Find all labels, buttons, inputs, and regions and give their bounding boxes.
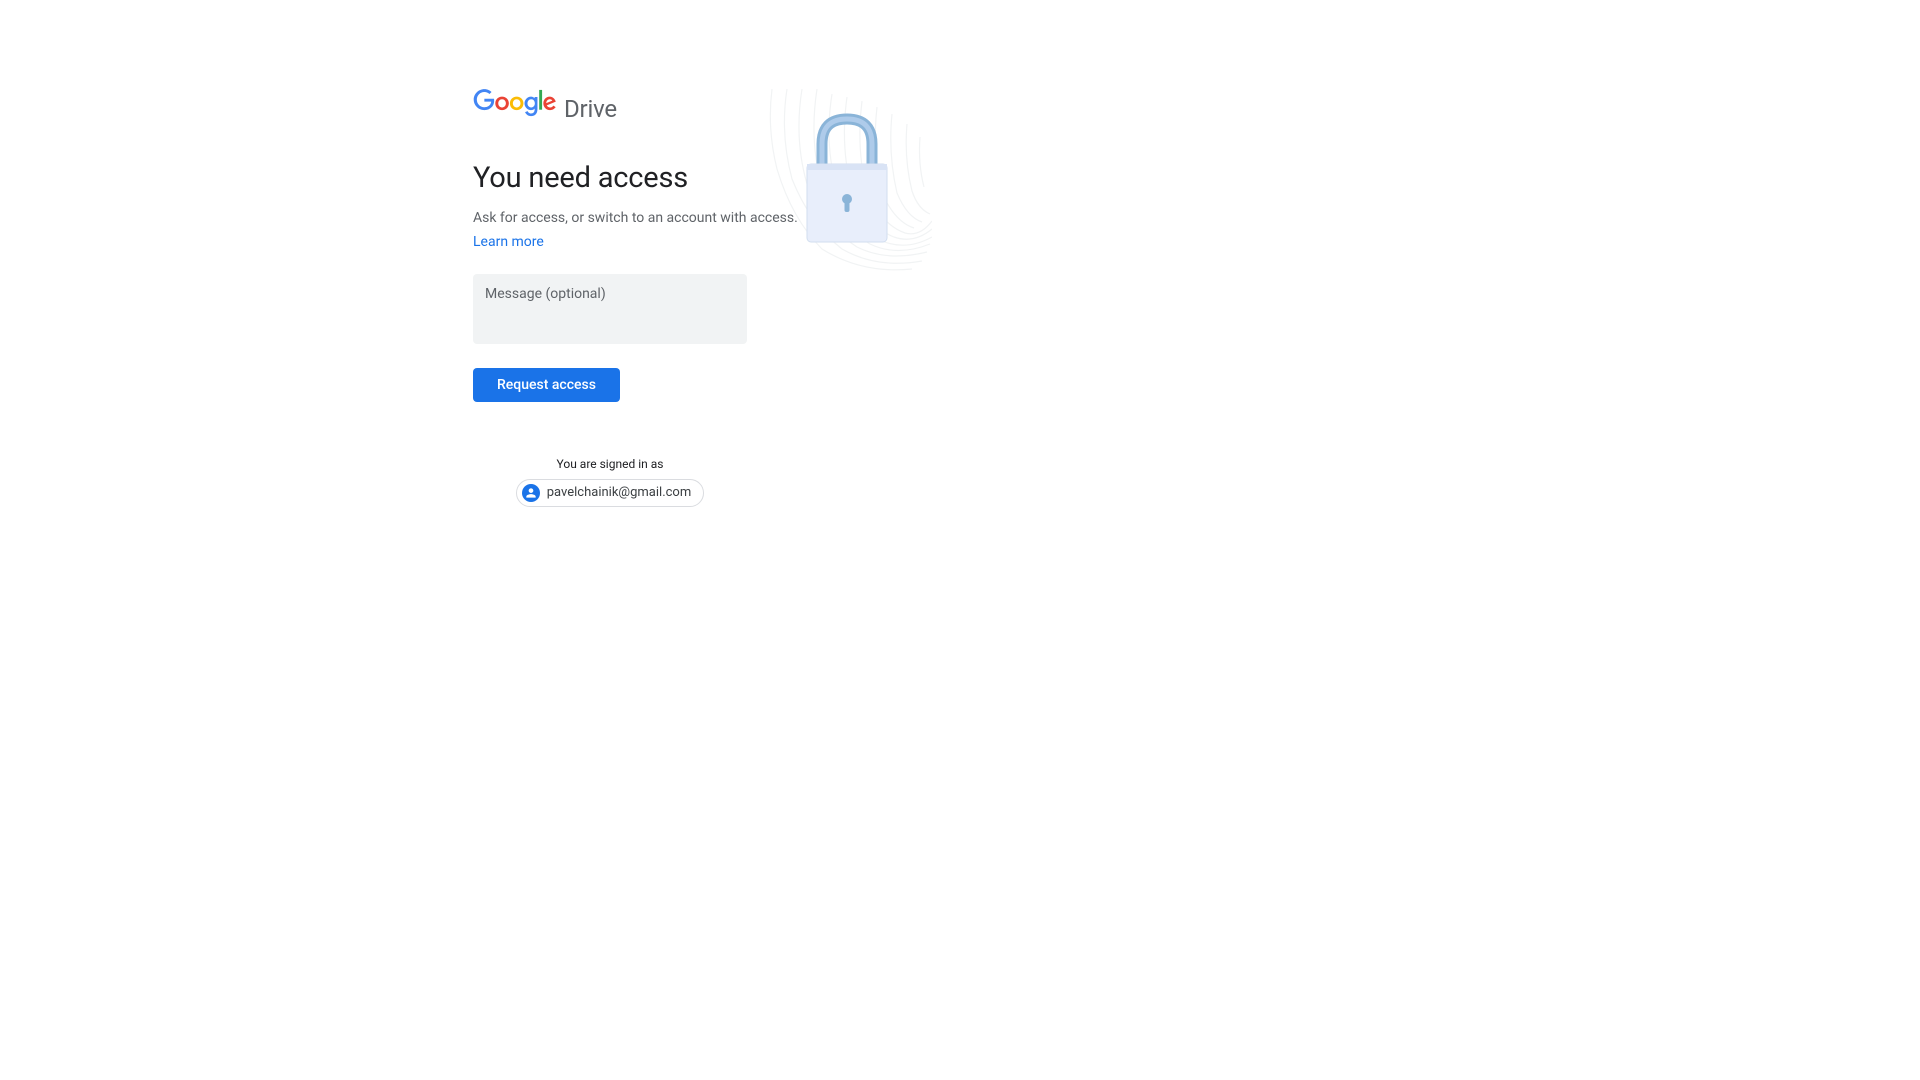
message-input[interactable] bbox=[473, 274, 747, 344]
drive-text: Drive bbox=[564, 95, 617, 123]
signed-in-label: You are signed in as bbox=[473, 457, 747, 471]
user-avatar-icon bbox=[522, 484, 540, 502]
account-switcher-chip[interactable]: pavelchainik@gmail.com bbox=[516, 479, 705, 507]
learn-more-link[interactable]: Learn more bbox=[473, 234, 544, 250]
google-logo-icon bbox=[473, 89, 557, 121]
request-access-button[interactable]: Request access bbox=[473, 368, 620, 402]
account-email: pavelchainik@gmail.com bbox=[547, 485, 692, 500]
lock-icon bbox=[762, 89, 932, 274]
